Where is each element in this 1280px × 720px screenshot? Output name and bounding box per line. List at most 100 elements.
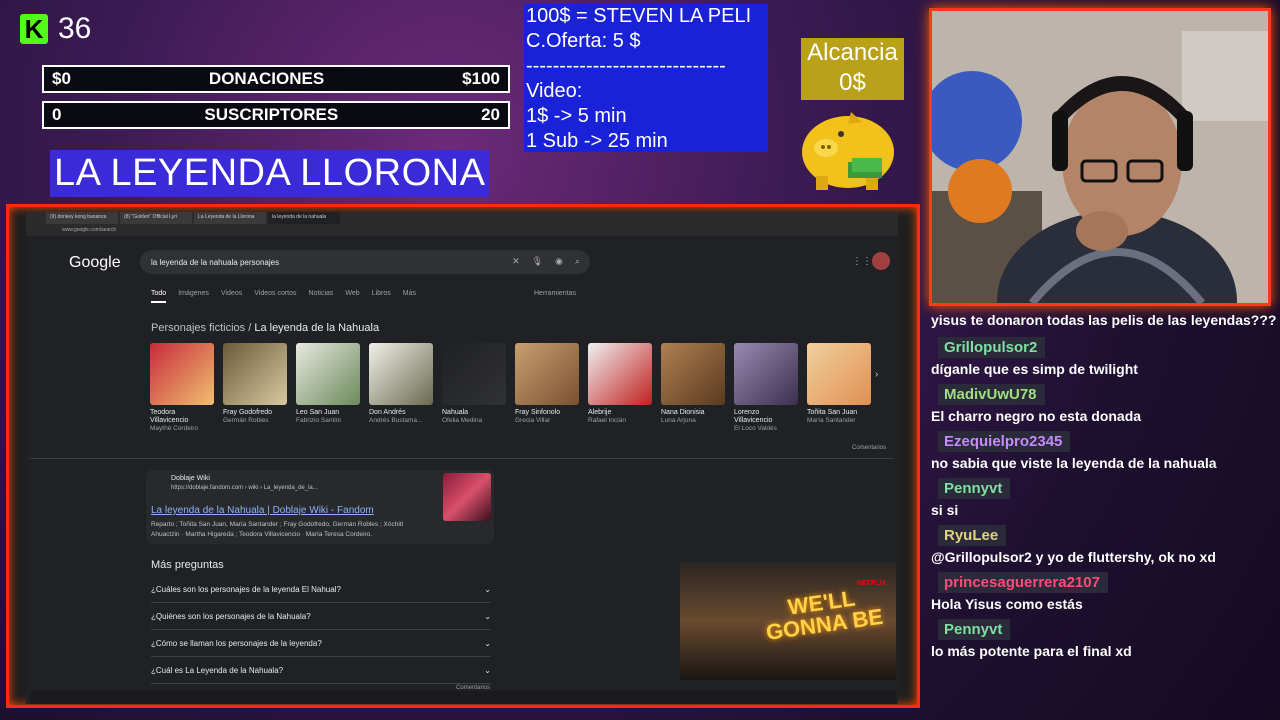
apps-grid-icon[interactable]: ⋮⋮ bbox=[852, 256, 872, 267]
chat-username[interactable]: Ezequielpro2345 bbox=[938, 431, 1071, 452]
chat-username[interactable]: Pennyvt bbox=[938, 478, 1011, 499]
question-text: ¿Cuál es La Leyenda de la Nahuala? bbox=[151, 665, 284, 675]
character-name: Nana Dionisia bbox=[661, 409, 705, 416]
character-card[interactable]: Leo San Juan Fabrizio Santini bbox=[296, 343, 360, 433]
donations-label: DONACIONES bbox=[208, 69, 325, 88]
character-card[interactable]: Teodora Villavicencio Maythé Cordeiro bbox=[150, 343, 214, 433]
character-image bbox=[515, 343, 579, 405]
alcancia-value: 0$ bbox=[839, 69, 866, 96]
search-icon[interactable]: ⌕ bbox=[575, 256, 580, 267]
browser-tab[interactable]: la leyenda de la nahuala bbox=[268, 212, 340, 224]
clear-icon[interactable]: ✕ bbox=[512, 256, 520, 267]
chat-username[interactable]: RyuLee bbox=[938, 525, 1007, 546]
result-url: https://doblaje.fandom.com › wiki › La_l… bbox=[171, 485, 318, 491]
browser-tab[interactable]: La Leyenda de la Llorona bbox=[194, 212, 266, 224]
character-actor: María Santander bbox=[807, 417, 856, 424]
profile-avatar[interactable] bbox=[872, 252, 890, 270]
address-url: www.google.com/search bbox=[62, 227, 117, 233]
question-text: ¿Cuáles son los personajes de la leyenda… bbox=[151, 584, 341, 594]
character-image bbox=[588, 343, 652, 405]
tab-videos[interactable]: Videos bbox=[221, 290, 242, 303]
character-image bbox=[296, 343, 360, 405]
character-card[interactable]: Fray Godofredo Germán Robles bbox=[223, 343, 287, 433]
streamer-silhouette-icon bbox=[932, 11, 1268, 303]
character-name: Toñita San Juan bbox=[807, 409, 858, 416]
chat-text: díganle que es simp de twilight bbox=[931, 361, 1138, 377]
character-name: Alebrije bbox=[588, 409, 612, 416]
character-actor: Maythé Cordeiro bbox=[150, 425, 199, 432]
search-query: la leyenda de la nahuala personajes bbox=[151, 257, 280, 267]
chat-text: @Grillopulsor2 y yo de fluttershy, ok no… bbox=[931, 549, 1216, 565]
search-nav-tabs: Todo Imágenes Videos Videos cortos Noticias W… bbox=[151, 290, 416, 303]
characters-section-title: Personajes ficticios / La leyenda de la … bbox=[151, 322, 379, 334]
tab-videos-cortos[interactable]: Videos cortos bbox=[254, 290, 296, 303]
question-item[interactable]: ¿Cuáles son los personajes de la leyenda… bbox=[151, 576, 491, 603]
donations-min: $0 bbox=[52, 69, 71, 88]
character-image bbox=[223, 343, 287, 405]
chat-username[interactable]: Grillopulsor2 bbox=[938, 337, 1046, 358]
character-card[interactable]: Don Andrés Andrés Bustama... bbox=[369, 343, 433, 433]
character-image bbox=[734, 343, 798, 405]
video-caption: WE'LL GONNA BE bbox=[764, 585, 885, 645]
character-name: Nahuala bbox=[442, 409, 469, 416]
alcancia-label: Alcancia bbox=[807, 39, 898, 66]
subs-bar: 0 SUSCRIPTORES 20 bbox=[42, 101, 510, 129]
browser-tab[interactable]: (9) donkey kong bananza bbox=[46, 212, 118, 224]
question-text: ¿Cómo se llaman los personajes de la ley… bbox=[151, 638, 322, 648]
character-card[interactable]: Nana Dionisia Luna Arjona bbox=[661, 343, 725, 433]
chat-username[interactable]: MadivUwU78 bbox=[938, 384, 1045, 405]
section-prefix: Personajes ficticios / bbox=[151, 322, 255, 334]
tab-más[interactable]: Más bbox=[403, 290, 416, 303]
search-input[interactable]: la leyenda de la nahuala personajes ✕ 🎙 … bbox=[140, 250, 590, 274]
result-title-link[interactable]: La leyenda de la Nahuala | Doblaje Wiki … bbox=[151, 505, 374, 516]
character-image bbox=[442, 343, 506, 405]
character-image bbox=[150, 343, 214, 405]
character-image bbox=[369, 343, 433, 405]
character-card[interactable]: Alebrije Rafael Inclán bbox=[588, 343, 652, 433]
address-bar[interactable]: www.google.com/search bbox=[26, 224, 898, 236]
chevron-down-icon: ⌄ bbox=[484, 665, 491, 675]
chat-username[interactable]: Pennyvt bbox=[938, 619, 1011, 640]
question-item[interactable]: ¿Cómo se llaman los personajes de la ley… bbox=[151, 630, 491, 657]
chat-message: Ezequielpro2345 no sabia que viste la ley… bbox=[928, 431, 1278, 471]
chat-message: Grillopulsor2 díganle que es simp de twil… bbox=[928, 337, 1278, 377]
character-card[interactable]: Lorenzo Villavicencio El Loco Valdés bbox=[734, 343, 798, 433]
section-divider bbox=[30, 458, 894, 459]
character-actor: Andrés Bustama... bbox=[369, 417, 423, 424]
chevron-down-icon: ⌄ bbox=[484, 611, 491, 621]
webcam-feed bbox=[929, 8, 1271, 306]
microphone-icon[interactable]: 🎙 bbox=[532, 256, 543, 267]
comentarios-link[interactable]: Comentarios bbox=[852, 445, 886, 451]
herramientas-button[interactable]: Herramientas bbox=[534, 290, 576, 297]
character-actor: Fabrizio Santini bbox=[296, 417, 341, 424]
character-card[interactable]: Fray Sinfonolo Grecia Villar bbox=[515, 343, 579, 433]
character-name: Fray Godofredo bbox=[223, 409, 273, 416]
chat-message: MadivUwU78 El charro negro no esta donada bbox=[928, 384, 1278, 424]
subs-label: SUSCRIPTORES bbox=[204, 105, 339, 124]
character-card[interactable]: Toñita San Juan María Santander bbox=[807, 343, 871, 433]
character-actor: Germán Robles bbox=[223, 417, 269, 424]
character-name: Fray Sinfonolo bbox=[515, 409, 561, 416]
google-logo[interactable]: Google bbox=[69, 254, 121, 272]
result-thumbnail[interactable] bbox=[443, 473, 491, 521]
chat-text: no sabia que viste la leyenda de la nahu… bbox=[931, 455, 1217, 471]
tab-imágenes[interactable]: Imágenes bbox=[178, 290, 209, 303]
tab-libros[interactable]: Libros bbox=[372, 290, 391, 303]
browser-tab[interactable]: (8) "Golden" Official Lyri bbox=[120, 212, 192, 224]
donations-goal: $100 bbox=[462, 69, 500, 88]
character-card[interactable]: Nahuala Ofelia Medina bbox=[442, 343, 506, 433]
character-name: Leo San Juan bbox=[296, 409, 340, 416]
tab-todo[interactable]: Todo bbox=[151, 290, 167, 303]
search-actions: ✕ 🎙 ◉ ⌕ bbox=[512, 256, 580, 267]
tab-web[interactable]: Web bbox=[345, 290, 359, 303]
question-item[interactable]: ¿Cuál es La Leyenda de la Nahuala? ⌄ bbox=[151, 657, 491, 684]
question-item[interactable]: ¿Quiénes son los personajes de la Nahual… bbox=[151, 603, 491, 630]
chat-username[interactable]: princesaguerrera2107 bbox=[938, 572, 1108, 593]
carousel-next-icon[interactable]: › bbox=[875, 369, 878, 380]
netflix-video-popup[interactable]: WE'LL GONNA BE NETFLIX bbox=[680, 562, 896, 680]
camera-search-icon[interactable]: ◉ bbox=[555, 256, 563, 267]
tab-noticias[interactable]: Noticias bbox=[309, 290, 334, 303]
chat-message: Pennyvt si si bbox=[928, 478, 1278, 518]
character-name: Don Andrés bbox=[369, 409, 406, 416]
character-actor: El Loco Valdés bbox=[734, 425, 777, 432]
